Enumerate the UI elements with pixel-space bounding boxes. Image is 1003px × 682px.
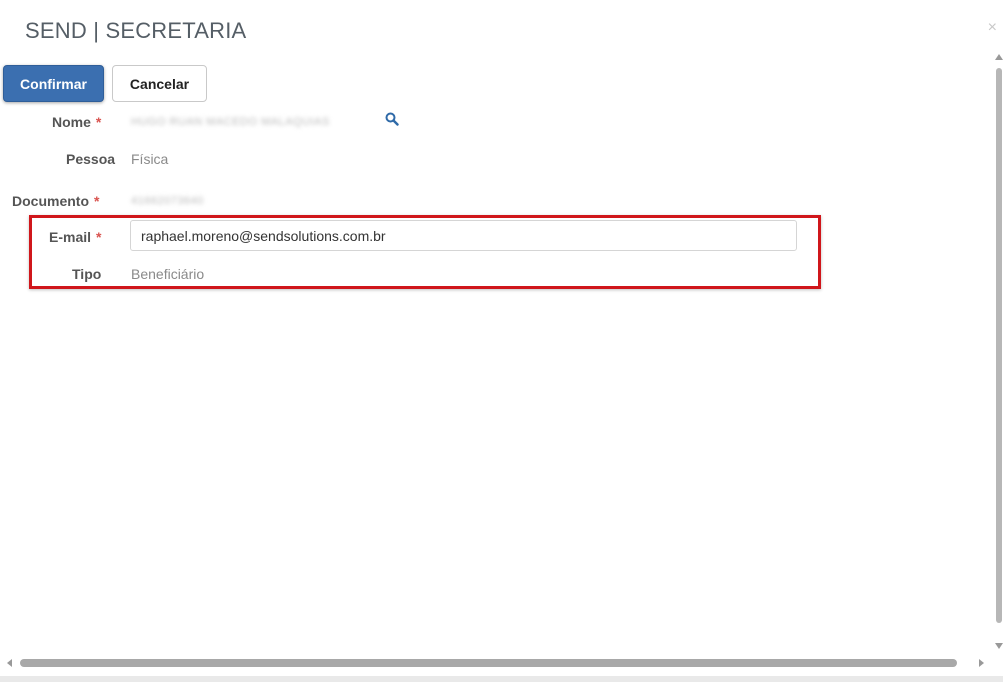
tipo-value: Beneficiário [131, 266, 205, 282]
scroll-up-icon[interactable] [995, 54, 1003, 60]
required-mark: * [95, 114, 102, 130]
modal-dialog: SEND | SECRETARIA × Confirmar Cancelar N… [0, 0, 1003, 682]
nome-value: HUGO RUAN MACEDO MALAQUIAS [131, 116, 330, 128]
nome-label: Nome * [52, 114, 101, 130]
required-mark: * [96, 229, 102, 245]
pessoa-label: Pessoa [66, 151, 116, 167]
horizontal-scroll-thumb[interactable] [20, 659, 957, 667]
close-icon[interactable]: × [988, 20, 997, 36]
scroll-down-icon[interactable] [995, 643, 1003, 649]
pessoa-value: Física [131, 151, 169, 167]
modal-title: SEND | SECRETARIA [25, 18, 247, 43]
modal-bottom-edge [0, 676, 1003, 682]
nome-label-text: Nome [52, 114, 91, 130]
confirm-button[interactable]: Confirmar [3, 65, 104, 102]
required-mark: * [94, 193, 100, 209]
scroll-right-icon[interactable] [979, 659, 984, 667]
documento-value: 41662073640 [131, 195, 204, 207]
scroll-left-icon[interactable] [7, 659, 12, 667]
documento-label: Documento * [12, 193, 99, 209]
email-field[interactable] [130, 220, 797, 251]
email-label-text: E-mail [49, 229, 92, 245]
tipo-label: Tipo [72, 266, 102, 282]
cancel-button[interactable]: Cancelar [112, 65, 207, 102]
email-label: E-mail * [49, 229, 101, 245]
documento-label-text: Documento [12, 193, 89, 209]
horizontal-scrollbar[interactable] [0, 654, 1003, 674]
vertical-scroll-thumb[interactable] [996, 68, 1002, 623]
search-icon[interactable] [385, 112, 399, 126]
vertical-scrollbar[interactable] [995, 50, 1003, 658]
